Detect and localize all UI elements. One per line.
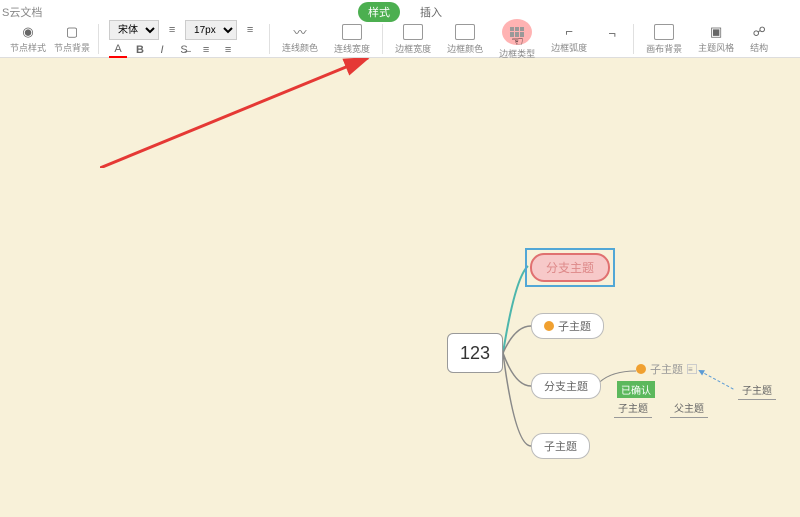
font-family-select[interactable]: 宋体 <box>109 20 159 40</box>
text-tools: 宋体 ≡ 17px ≡ A B I S̶ ≡ ≡ <box>109 20 259 58</box>
strike-button[interactable]: S̶ <box>175 42 193 58</box>
cursor-icon: ☜ <box>511 33 524 50</box>
indent-right-button[interactable]: ≡ <box>219 42 237 58</box>
root-node[interactable]: 123 <box>447 333 503 373</box>
italic-button[interactable]: I <box>153 42 171 58</box>
sub-nodes-row: 子主题 父主题 <box>614 398 708 418</box>
sub-node-1[interactable]: 子主题 <box>614 398 652 418</box>
structure-button[interactable]: ☍ 结构 <box>750 25 768 54</box>
canvas-icon <box>654 24 674 40</box>
branch-node-selected-inner: 分支主题 <box>530 253 610 282</box>
indent-left-button[interactable]: ≡ <box>197 42 215 58</box>
corner-icon: ¬ <box>603 26 621 40</box>
sub-node-2[interactable]: 父主题 <box>670 398 708 418</box>
divider <box>382 24 383 54</box>
line-color-icon: 〰 <box>291 25 309 39</box>
mindmap-canvas[interactable]: 123 分支主题 子主题 分支主题 子主题 子主题 ≡ 已确认 子主题 父主题 … <box>0 58 800 517</box>
bold-button[interactable]: B <box>131 42 149 58</box>
top-toolbar-area: S云文档 样式 插入 ◉ 节点样式 ▢ 节点背景 宋体 ≡ 17px ≡ A B… <box>0 0 800 58</box>
child-node-3[interactable]: 子主题 <box>531 433 590 459</box>
annotation-arrow <box>100 58 380 168</box>
node-style-button[interactable]: ◉ 节点样式 <box>10 25 46 54</box>
structure-icon: ☍ <box>750 25 768 39</box>
fill-icon: ▢ <box>63 25 81 39</box>
border-radius-left-button[interactable]: ⌐ 边框弧度 <box>551 25 587 54</box>
border-radius-right-button[interactable]: ¬ x <box>603 26 621 52</box>
divider <box>633 24 634 54</box>
theme-style-button[interactable]: ▣ 主题风格 <box>698 25 734 54</box>
priority-marker-icon <box>544 321 554 331</box>
document-title: S云文档 <box>2 4 42 20</box>
line-width-button[interactable]: 连线宽度 <box>334 24 370 55</box>
node-bg-button[interactable]: ▢ 节点背景 <box>54 25 90 54</box>
node-style-icon: ◉ <box>19 25 37 39</box>
branch-node-selected[interactable]: 分支主题 <box>525 248 615 287</box>
tab-style[interactable]: 样式 <box>358 2 400 22</box>
priority-marker-icon <box>636 364 646 374</box>
tab-bar: 样式 插入 <box>358 2 446 22</box>
align-button[interactable]: ≡ <box>163 22 181 38</box>
border-width-icon <box>403 24 423 40</box>
font-color-button[interactable]: A <box>109 42 127 58</box>
branch-node-2[interactable]: 分支主题 <box>531 373 601 399</box>
canvas-bg-button[interactable]: 画布背景 <box>646 24 682 55</box>
divider <box>98 24 99 54</box>
border-type-button[interactable]: 边框类型 ☜ <box>499 19 535 60</box>
border-width-button[interactable]: 边框宽度 <box>395 24 431 55</box>
toolbar: ◉ 节点样式 ▢ 节点背景 宋体 ≡ 17px ≡ A B I S̶ ≡ ≡ <box>0 20 800 58</box>
tag-confirmed[interactable]: 已确认 <box>617 381 655 398</box>
divider <box>269 24 270 54</box>
line-width-icon <box>342 24 362 40</box>
lineheight-button[interactable]: ≡ <box>241 22 259 38</box>
tab-insert[interactable]: 插入 <box>416 2 446 22</box>
child-node-1[interactable]: 子主题 <box>531 313 604 339</box>
corner-icon: ⌐ <box>560 25 578 39</box>
sub-node-3[interactable]: 子主题 <box>738 380 776 400</box>
border-color-button[interactable]: 边框颜色 <box>447 24 483 55</box>
font-size-select[interactable]: 17px <box>185 20 237 40</box>
border-color-icon <box>455 24 475 40</box>
line-color-button[interactable]: 〰 连线颜色 <box>282 25 318 54</box>
note-icon: ≡ <box>687 364 697 374</box>
detail-child-node[interactable]: 子主题 ≡ <box>636 361 697 377</box>
theme-icon: ▣ <box>707 25 725 39</box>
